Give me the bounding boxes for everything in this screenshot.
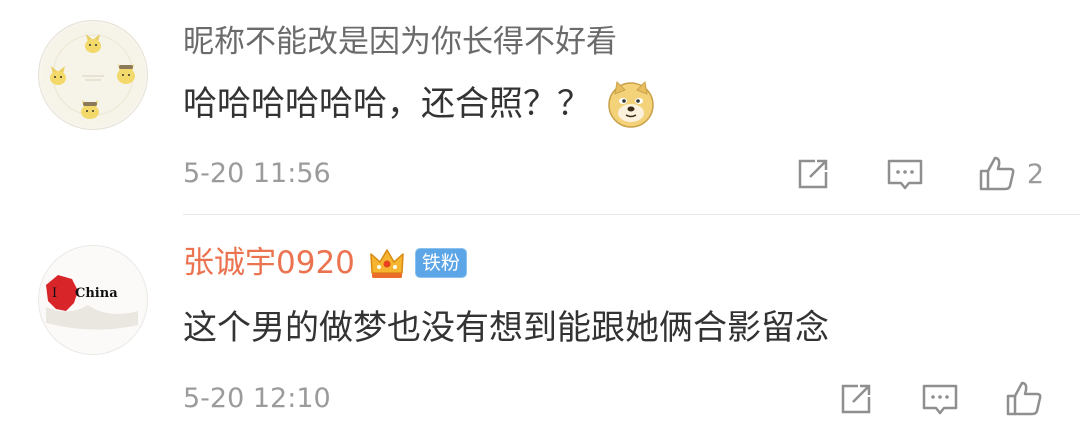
username[interactable]: 昵称不能改是因为你长得不好看 bbox=[183, 22, 617, 62]
i-love-china-avatar-image: I China bbox=[41, 248, 145, 352]
comment-icon[interactable] bbox=[885, 154, 925, 194]
comment-body: 这个男的做梦也没有想到能跟她俩合影留念 bbox=[183, 308, 829, 348]
share-icon[interactable] bbox=[793, 154, 833, 194]
fan-badge: 铁粉 bbox=[414, 248, 467, 278]
like-button[interactable] bbox=[1004, 379, 1044, 419]
like-count: 2 bbox=[1026, 158, 1044, 190]
svg-text:I: I bbox=[52, 286, 57, 301]
comment-timestamp: 5-20 11:56 bbox=[183, 158, 331, 189]
comment-body: 哈哈哈哈哈哈，还合照？？ bbox=[183, 84, 591, 124]
like-button[interactable]: 2 bbox=[977, 154, 1044, 194]
comment-actions: 2 bbox=[741, 154, 1044, 194]
doge-emoji bbox=[608, 80, 654, 128]
like-icon[interactable] bbox=[977, 154, 1017, 194]
like-icon[interactable] bbox=[1004, 379, 1044, 419]
comment-item: 昵称不能改是因为你长得不好看 哈哈哈哈哈哈，还合照？？ 5-20 11:56 2 bbox=[0, 0, 1080, 215]
username-line: 张诚宇0920 铁粉 bbox=[183, 243, 467, 283]
comment-text: 这个男的做梦也没有想到能跟她俩合影留念 bbox=[183, 306, 829, 350]
crown-icon bbox=[370, 249, 404, 278]
comment-actions bbox=[792, 379, 1044, 419]
svg-text:China: China bbox=[75, 286, 118, 301]
share-icon[interactable] bbox=[836, 379, 876, 419]
username[interactable]: 张诚宇0920 bbox=[183, 243, 355, 283]
avatar[interactable] bbox=[38, 20, 148, 130]
avatar[interactable]: I China bbox=[38, 245, 148, 355]
comment-item: I China 张诚宇0920 铁粉 这个男的做梦也没有想到能跟她俩合影留念 5… bbox=[0, 215, 1080, 431]
comment-icon[interactable] bbox=[920, 379, 960, 419]
comment-text: 哈哈哈哈哈哈，还合照？？ bbox=[183, 80, 655, 128]
pikachu-plate-avatar-image bbox=[41, 23, 145, 127]
comment-timestamp: 5-20 12:10 bbox=[183, 383, 331, 414]
